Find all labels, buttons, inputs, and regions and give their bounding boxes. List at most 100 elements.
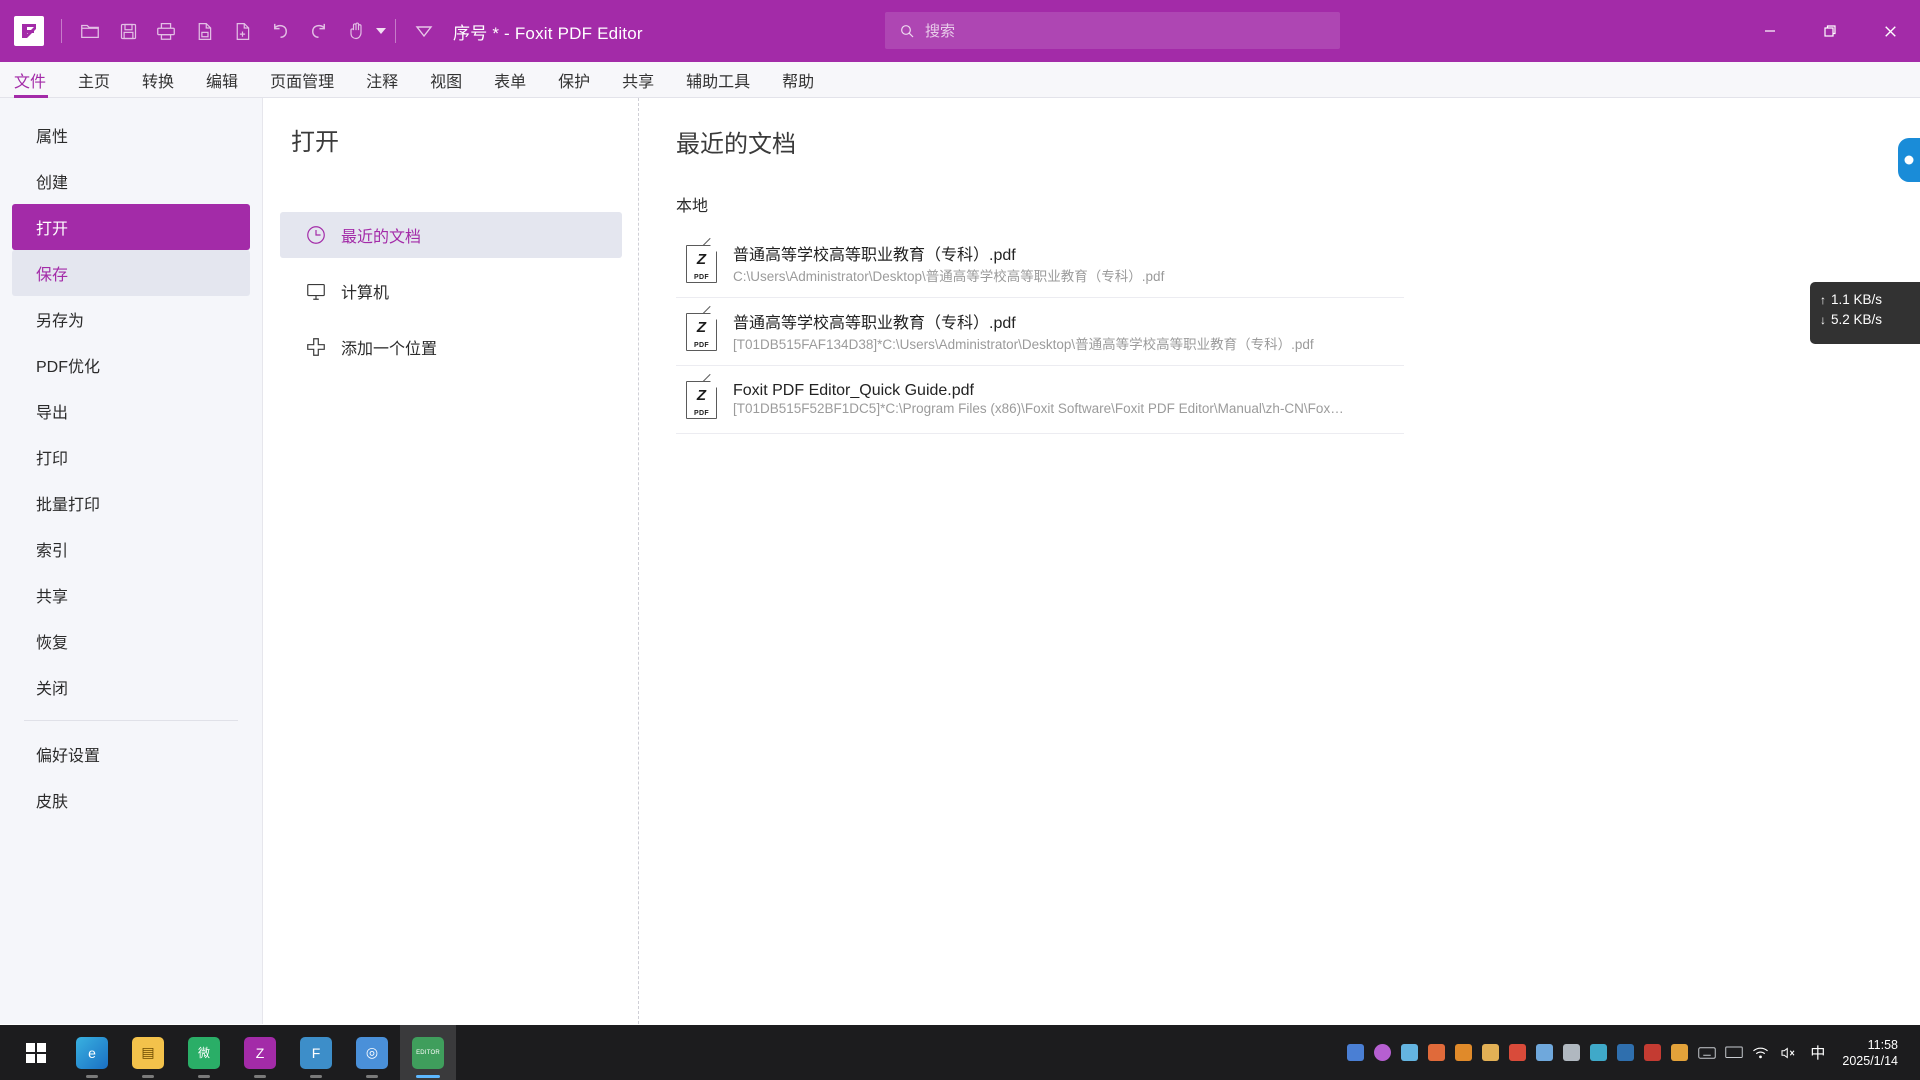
sidebar-item-print[interactable]: 打印 [12, 434, 250, 480]
foxit-reader-icon: F [300, 1036, 332, 1069]
open-item-computer[interactable]: 计算机 [280, 268, 622, 314]
email-icon[interactable] [185, 12, 223, 50]
tray-notification-icon[interactable] [1369, 1025, 1396, 1080]
windows-logo-icon [26, 1042, 46, 1063]
menu-item-form[interactable]: 表单 [478, 62, 542, 98]
sidebar-item-index[interactable]: 索引 [12, 526, 250, 572]
tray-alert-icon[interactable] [1666, 1025, 1693, 1080]
restore-button[interactable] [1800, 0, 1860, 62]
customize-toolbar-icon[interactable] [405, 12, 443, 50]
title-bar: 序号 * - Foxit PDF Editor 搜索 [0, 0, 1920, 62]
taskbar-foxit-reader[interactable]: F [288, 1025, 344, 1080]
ime-indicator[interactable]: 中 [1801, 1042, 1834, 1063]
sidebar-item-close[interactable]: 关闭 [12, 664, 250, 710]
toolbar-separator-1 [61, 19, 62, 43]
file-explorer-icon: ▤ [132, 1036, 164, 1069]
system-tray: 中 11:58 2025/1/14 [1342, 1025, 1920, 1080]
hand-tool-icon[interactable] [337, 12, 375, 50]
recent-document-path: [T01DB515FAF134D38]*C:\Users\Administrat… [733, 337, 1314, 352]
tray-link-icon[interactable] [1450, 1025, 1477, 1080]
tray-shield-icon[interactable] [1504, 1025, 1531, 1080]
menu-item-help[interactable]: 帮助 [766, 62, 830, 98]
open-item-add-place[interactable]: 添加一个位置 [280, 324, 622, 370]
close-button[interactable] [1860, 0, 1920, 62]
minimize-button[interactable] [1740, 0, 1800, 62]
tray-screen-record-icon[interactable] [1342, 1025, 1369, 1080]
tray-window-icon[interactable] [1558, 1025, 1585, 1080]
taskbar-edge[interactable]: e [64, 1025, 120, 1080]
recent-document-name: Foxit PDF Editor_Quick Guide.pdf [733, 381, 974, 399]
file-backstage-sidebar: 属性 创建 打开 保存 另存为 PDF优化 导出 打印 批量打印 索引 共享 恢… [0, 98, 263, 1024]
recent-document-row[interactable]: Z PDF 普通高等学校高等职业教育（专科）.pdf [T01DB515FAF13… [676, 298, 1404, 366]
sidebar-item-export[interactable]: 导出 [12, 388, 250, 434]
open-panel-title: 打开 [291, 129, 339, 156]
taskbar-wechat[interactable]: 微 [176, 1025, 232, 1080]
window-controls [1740, 0, 1920, 62]
tray-app-icon[interactable] [1396, 1025, 1423, 1080]
tray-grid-icon[interactable] [1531, 1025, 1558, 1080]
browser-icon: ◎ [356, 1036, 388, 1069]
menu-item-convert[interactable]: 转换 [126, 62, 190, 98]
sidebar-item-batch-print[interactable]: 批量打印 [12, 480, 250, 526]
tray-folder-icon[interactable] [1477, 1025, 1504, 1080]
open-item-label: 最近的文档 [341, 229, 422, 246]
tray-volume-mute-icon[interactable] [1774, 1025, 1801, 1080]
recent-document-name: 普通高等学校高等职业教育（专科）.pdf [733, 247, 1016, 264]
sidebar-item-pdf-optimize[interactable]: PDF优化 [12, 342, 250, 388]
sidebar-item-preferences[interactable]: 偏好设置 [12, 731, 250, 777]
sidebar-item-share[interactable]: 共享 [12, 572, 250, 618]
save-icon[interactable] [109, 12, 147, 50]
taskbar-clock[interactable]: 11:58 2025/1/14 [1834, 1037, 1912, 1069]
foxit-logo-icon[interactable] [14, 16, 44, 46]
menu-item-comment[interactable]: 注释 [350, 62, 414, 98]
tray-wifi-icon[interactable] [1747, 1025, 1774, 1080]
menu-item-file[interactable]: 文件 [0, 62, 62, 98]
tray-red-icon[interactable] [1639, 1025, 1666, 1080]
menu-item-view[interactable]: 视图 [414, 62, 478, 98]
chevron-down-icon[interactable] [376, 28, 386, 34]
sidebar-item-save-as[interactable]: 另存为 [12, 296, 250, 342]
computer-icon [304, 279, 328, 303]
tray-foxit-tray-icon[interactable] [1612, 1025, 1639, 1080]
menu-item-accessibility[interactable]: 辅助工具 [670, 62, 766, 98]
tray-chat-icon[interactable] [1585, 1025, 1612, 1080]
edge-icon: e [76, 1036, 108, 1069]
tray-keyboard-icon[interactable] [1693, 1025, 1720, 1080]
new-page-icon[interactable] [223, 12, 261, 50]
menu-item-edit[interactable]: 编辑 [190, 62, 254, 98]
recent-document-path: C:\Users\Administrator\Desktop\普通高等学校高等职… [733, 269, 1165, 284]
taskbar-browser[interactable]: ◎ [344, 1025, 400, 1080]
upload-speed-value: 1.1 KB/s [1831, 292, 1883, 307]
search-input[interactable]: 搜索 [885, 12, 1340, 49]
sidebar-item-properties[interactable]: 属性 [12, 112, 250, 158]
tray-paint-icon[interactable] [1423, 1025, 1450, 1080]
foxit-editor-icon: EDITOR [412, 1036, 444, 1069]
network-speed-widget[interactable]: ↑ 1.1 KB/s ↓ 5.2 KB/s [1810, 282, 1920, 344]
recent-documents-section-label: 本地 [676, 198, 709, 215]
sidebar-item-create[interactable]: 创建 [12, 158, 250, 204]
edge-sidebar-tab[interactable] [1898, 138, 1920, 182]
sidebar-item-open[interactable]: 打开 [12, 204, 250, 250]
recent-document-row[interactable]: Z PDF 普通高等学校高等职业教育（专科）.pdf C:\Users\Admin… [676, 230, 1404, 298]
sidebar-item-save[interactable]: 保存 [12, 250, 250, 296]
menu-item-page-manage[interactable]: 页面管理 [254, 62, 350, 98]
taskbar-foxit-editor[interactable]: EDITOR [400, 1025, 456, 1080]
recent-document-row[interactable]: Z PDF Foxit PDF Editor_Quick Guide.pdf [T… [676, 366, 1404, 434]
menu-item-share[interactable]: 共享 [606, 62, 670, 98]
redo-icon[interactable] [299, 12, 337, 50]
pdf-file-icon: Z PDF [686, 305, 718, 351]
taskbar-foxit-1[interactable]: Z [232, 1025, 288, 1080]
open-item-recent-documents[interactable]: 最近的文档 [280, 212, 622, 258]
open-icon[interactable] [71, 12, 109, 50]
sidebar-item-skin[interactable]: 皮肤 [12, 777, 250, 823]
wechat-icon: 微 [188, 1036, 220, 1069]
tray-display-icon[interactable] [1720, 1025, 1747, 1080]
menu-item-protect[interactable]: 保护 [542, 62, 606, 98]
print-icon[interactable] [147, 12, 185, 50]
menu-item-home[interactable]: 主页 [62, 62, 126, 98]
undo-icon[interactable] [261, 12, 299, 50]
sidebar-item-restore[interactable]: 恢复 [12, 618, 250, 664]
windows-start-button[interactable] [8, 1025, 64, 1080]
open-location-list: 最近的文档 计算机 添加一个位置 [264, 212, 638, 370]
taskbar-file-explorer[interactable]: ▤ [120, 1025, 176, 1080]
